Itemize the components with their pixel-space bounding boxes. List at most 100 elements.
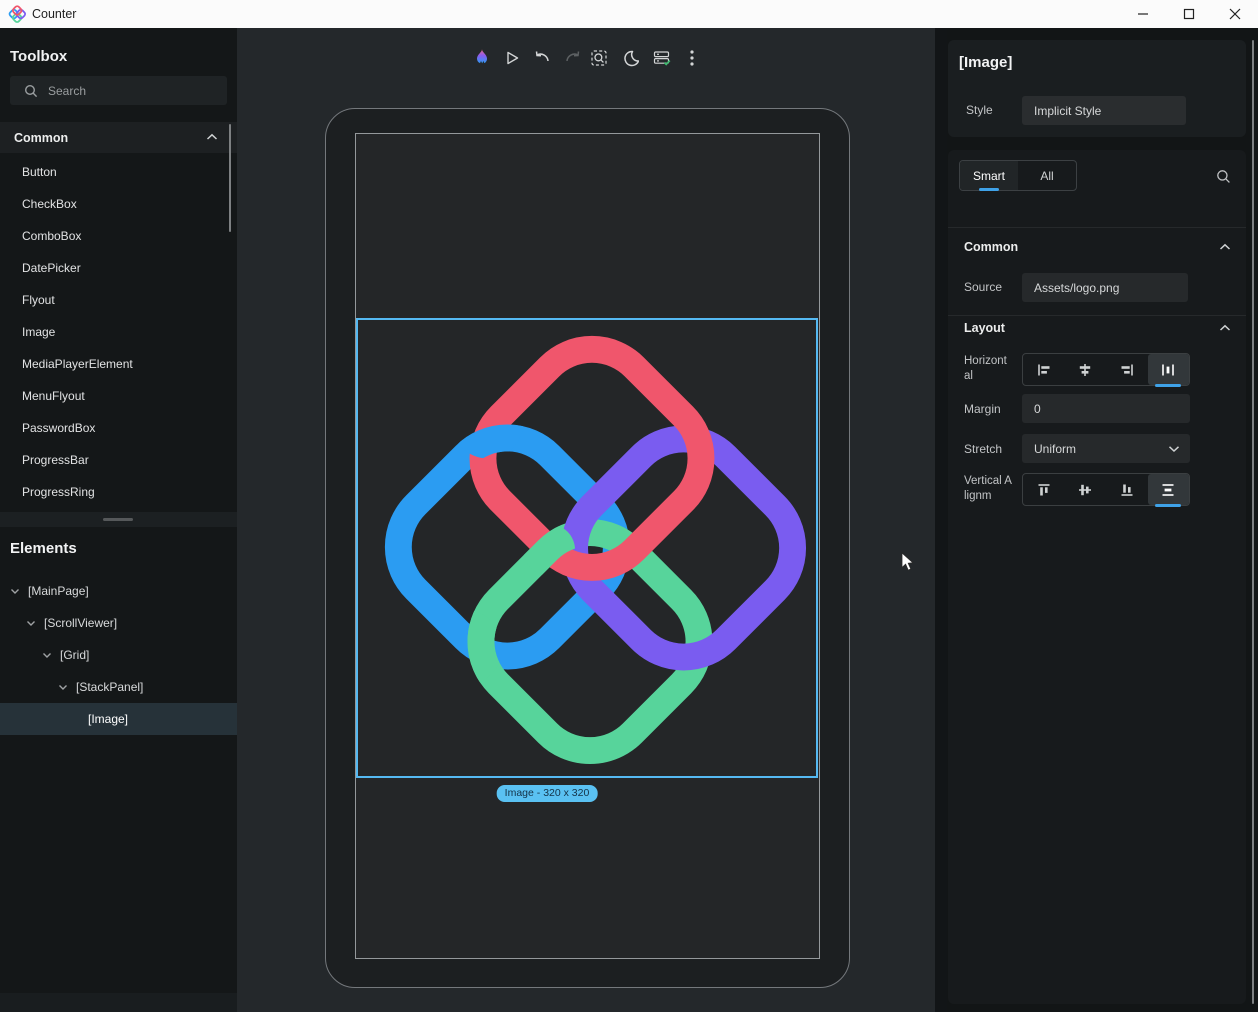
chevron-up-icon[interactable] (1219, 243, 1231, 251)
active-tab-underline (979, 188, 999, 191)
toolbox-section-common[interactable]: Common (0, 122, 237, 153)
tab-all[interactable]: All (1018, 161, 1076, 190)
inspector-scrollbar[interactable] (1252, 40, 1254, 1004)
selected-underline (1155, 384, 1181, 387)
tree-item-scrollviewer[interactable]: [ScrollViewer] (0, 607, 263, 639)
layout-section-title: Layout (964, 321, 1005, 335)
kebab-menu-icon (690, 50, 694, 66)
maximize-button[interactable] (1166, 0, 1212, 28)
moon-icon (623, 50, 639, 67)
stretch-dropdown[interactable]: Uniform (1022, 434, 1190, 463)
chevron-down-icon[interactable] (10, 588, 22, 595)
align-right-button[interactable] (1106, 354, 1148, 385)
align-bottom-button[interactable] (1106, 474, 1148, 505)
hot-reload-button[interactable] (469, 45, 495, 71)
selected-element-title: [Image] (959, 54, 1012, 71)
chevron-down-icon[interactable] (26, 620, 38, 627)
close-icon (1229, 8, 1241, 20)
undo-icon (534, 51, 551, 66)
chevron-up-icon (206, 133, 218, 141)
diagnostics-check-icon (653, 50, 672, 67)
maximize-icon (1183, 8, 1195, 20)
toolbox-title: Toolbox (10, 48, 67, 65)
property-search-icon[interactable] (1216, 169, 1231, 184)
stretch-vertical-icon (1160, 482, 1176, 498)
common-section-title: Common (964, 240, 1018, 254)
search-placeholder: Search (48, 84, 86, 98)
close-button[interactable] (1212, 0, 1258, 28)
toolbox-item-combobox[interactable]: ComboBox (0, 220, 229, 252)
design-canvas[interactable]: Image - 320 x 320 (237, 28, 947, 1012)
chevron-up-icon[interactable] (1219, 324, 1231, 332)
align-right-icon (1119, 362, 1135, 378)
toolbox-item-menuflyout[interactable]: MenuFlyout (0, 380, 229, 412)
align-center-horizontal-icon (1077, 362, 1093, 378)
play-button[interactable] (499, 45, 525, 71)
stretch-vertical-button[interactable] (1148, 474, 1190, 505)
source-label: Source (964, 280, 1002, 294)
toolbox-item-passwordbox[interactable]: PasswordBox (0, 412, 229, 444)
redo-icon (564, 51, 581, 66)
more-options-button[interactable] (679, 45, 705, 71)
style-label: Style (966, 103, 993, 117)
inspect-element-icon (590, 49, 608, 67)
align-center-vertical-icon (1077, 482, 1093, 498)
stretch-horizontal-icon (1160, 362, 1176, 378)
align-center-horizontal-button[interactable] (1065, 354, 1107, 385)
play-icon (505, 50, 520, 66)
toolbox-item-flyout[interactable]: Flyout (0, 284, 229, 316)
horizontal-alignment-group (1022, 353, 1190, 386)
undo-button[interactable] (529, 45, 555, 71)
chevron-down-icon[interactable] (58, 684, 70, 691)
elements-title: Elements (10, 540, 77, 557)
tree-item-mainpage[interactable]: [MainPage] (0, 575, 247, 607)
align-top-button[interactable] (1023, 474, 1065, 505)
toolbox-item-datepicker[interactable]: DatePicker (0, 252, 229, 284)
align-top-icon (1036, 482, 1052, 498)
toolbox-item-button[interactable]: Button (0, 156, 229, 188)
toolbox-search-input[interactable]: Search (10, 76, 227, 105)
align-center-vertical-button[interactable] (1065, 474, 1107, 505)
align-bottom-icon (1119, 482, 1135, 498)
flame-icon (474, 48, 490, 68)
selection-size-badge: Image - 320 x 320 (497, 785, 598, 802)
left-sidebar: Toolbox Search Common Button CheckBox Co… (0, 28, 237, 1012)
sidebar-bottom-band (0, 993, 237, 1012)
style-input[interactable]: Implicit Style (1022, 96, 1186, 125)
diagnostics-button[interactable] (649, 45, 675, 71)
horizontal-alignment-label: Horizontal (964, 354, 1012, 384)
minimize-button[interactable] (1120, 0, 1166, 28)
section-divider (948, 315, 1246, 316)
stretch-label: Stretch (964, 442, 1002, 456)
margin-input[interactable]: 0 (1022, 394, 1190, 423)
toolbox-item-progressbar[interactable]: ProgressBar (0, 444, 229, 476)
tab-smart[interactable]: Smart (960, 161, 1018, 190)
app-logo-icon (8, 5, 26, 23)
splitter-grip (103, 518, 133, 521)
toolbox-scrollbar[interactable] (229, 124, 231, 232)
window-title: Counter (32, 7, 76, 21)
align-left-icon (1036, 362, 1052, 378)
toolbox-item-mediaplayerelement[interactable]: MediaPlayerElement (0, 348, 229, 380)
toolbox-item-progressring[interactable]: ProgressRing (0, 476, 229, 508)
panel-gutter (935, 28, 947, 1012)
redo-button[interactable] (559, 45, 585, 71)
theme-toggle-button[interactable] (618, 45, 644, 71)
selected-underline (1155, 504, 1181, 507)
mouse-cursor (901, 552, 915, 572)
vertical-alignment-group (1022, 473, 1190, 506)
app-window: Counter Toolbox Search Common (0, 0, 1258, 1012)
toolbox-item-image[interactable]: Image (0, 316, 229, 348)
search-icon (24, 84, 38, 98)
align-left-button[interactable] (1023, 354, 1065, 385)
section-divider (948, 227, 1246, 228)
inspect-element-button[interactable] (586, 45, 612, 71)
stretch-horizontal-button[interactable] (1148, 354, 1190, 385)
source-input[interactable]: Assets/logo.png (1022, 273, 1188, 302)
panel-splitter[interactable] (0, 512, 237, 527)
inspector-properties-card: Smart All Common Source Assets/logo.png (948, 150, 1246, 1004)
chevron-down-icon[interactable] (42, 652, 54, 659)
inspector-header-card: [Image] Style Implicit Style (948, 40, 1246, 137)
toolbox-item-checkbox[interactable]: CheckBox (0, 188, 229, 220)
property-tabs: Smart All (959, 160, 1077, 191)
